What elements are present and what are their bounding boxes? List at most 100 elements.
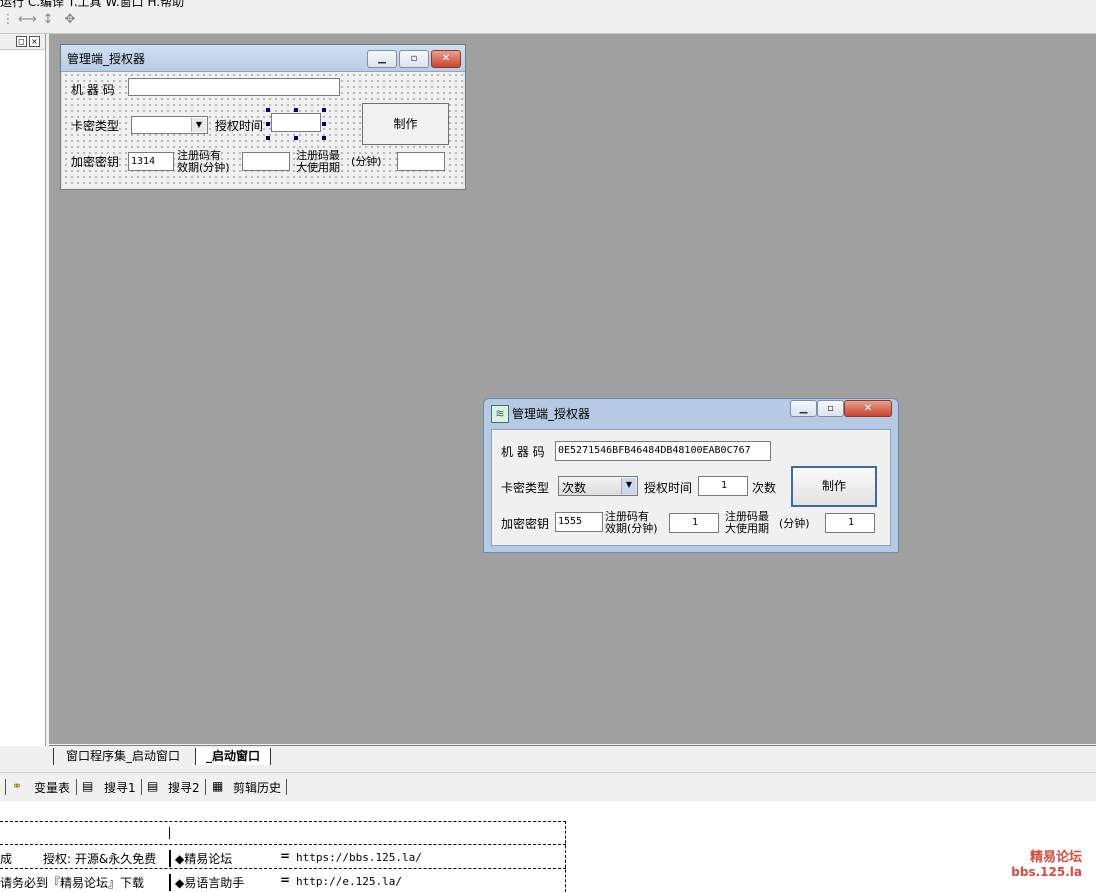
- runtime-window-title: 管理端_授权器: [512, 407, 591, 421]
- chevron-down-icon[interactable]: ▼: [191, 118, 206, 132]
- align-vertical-icon[interactable]: ↕: [40, 12, 56, 28]
- selection-handle[interactable]: [322, 122, 326, 126]
- variable-table-icon: ⚭: [12, 779, 23, 793]
- reg-max-label-line1: 注册码最: [296, 149, 340, 162]
- machine-code-field[interactable]: 0E5271546BFB46484DB48100EAB0C767: [555, 441, 771, 461]
- runtime-client[interactable]: 机 器 码 0E5271546BFB46484DB48100EAB0C767 卡…: [491, 429, 891, 546]
- output-row1-url[interactable]: https://bbs.125.la/: [296, 851, 422, 864]
- make-button[interactable]: 制作: [791, 466, 877, 507]
- tab-clip-history[interactable]: 剪辑历史: [233, 779, 281, 796]
- tab-startup-window[interactable]: _启动窗口: [195, 748, 272, 765]
- editor-tab-strip: 窗口程序集_启动窗口 _启动窗口: [49, 745, 1096, 768]
- separator: [5, 779, 6, 795]
- separator: [76, 779, 77, 795]
- clipboard-history-icon: ▦: [212, 779, 224, 793]
- selection-handle[interactable]: [294, 108, 298, 112]
- auth-time-label: 授权时间: [644, 481, 693, 495]
- toolbar-edge-icon[interactable]: ⋮: [0, 12, 16, 28]
- reg-valid-field[interactable]: [242, 152, 290, 171]
- output-right-border: [565, 821, 567, 892]
- encrypt-key-field[interactable]: 1555: [555, 512, 603, 532]
- reg-max-label-line2: 大使用期: [725, 522, 769, 535]
- minimize-icon[interactable]: ▁: [367, 50, 397, 68]
- output-row2-equals: =: [280, 873, 291, 887]
- left-panel-header: ◻ ×: [0, 34, 45, 50]
- align-horizontal-icon[interactable]: ⟷: [18, 12, 37, 28]
- bottom-tab-bar: ⚭ 变量表 ▤ 搜寻1 ▤ 搜寻2 ▦ 剪辑历史: [0, 772, 1096, 802]
- search-icon: ▤: [147, 779, 159, 793]
- runtime-window[interactable]: ≋ 管理端_授权器 ▁ ▫ ✕ 机 器 码 0E5271546BFB46484D…: [483, 398, 899, 553]
- divider: [0, 821, 566, 822]
- machine-code-label: 机 器 码: [501, 445, 545, 459]
- selection-handle[interactable]: [322, 136, 326, 140]
- reg-max-label-line1: 注册码最: [725, 510, 769, 523]
- design-form[interactable]: 管理端_授权器 ▁ ▫ ✕ 机 器 码 卡密类型 ▼ 授权时间 制作 加密密钥 …: [60, 44, 466, 190]
- selection-handle[interactable]: [322, 108, 326, 112]
- card-type-combo[interactable]: ▼: [131, 116, 208, 134]
- output-panel[interactable]: 成 授权: 开源&永久免费 ◆精易论坛 = https://bbs.125.la…: [0, 801, 1096, 892]
- card-type-combo[interactable]: 次数 ▼: [558, 476, 638, 496]
- auth-unit-label: 次数: [752, 481, 777, 495]
- reg-valid-label-line2: 效期(分钟): [177, 161, 230, 174]
- reg-valid-label-line2: 效期(分钟): [605, 522, 658, 535]
- center-icon[interactable]: ✥: [62, 12, 78, 28]
- divider: [0, 844, 566, 845]
- tab-search-2[interactable]: 搜寻2: [168, 779, 200, 796]
- selection-handle[interactable]: [266, 122, 270, 126]
- auth-time-label: 授权时间: [215, 119, 264, 133]
- app-icon: ≋: [491, 405, 509, 423]
- separator: [141, 779, 142, 795]
- watermark-logo: 精易论坛 bbs.125.la: [1011, 850, 1082, 880]
- tab-search-1[interactable]: 搜寻1: [104, 779, 136, 796]
- left-panel: ◻ ×: [0, 34, 46, 746]
- column-divider: [169, 827, 170, 839]
- reg-valid-label-line1: 注册码有: [177, 149, 221, 162]
- make-button[interactable]: 制作: [362, 103, 449, 145]
- search-icon: ▤: [82, 779, 94, 793]
- toolbar: ⋮ ⟷ ↕ ✥: [0, 9, 1096, 34]
- close-icon[interactable]: ✕: [844, 400, 892, 417]
- minutes-label: (分钟): [351, 155, 382, 168]
- watermark-line1: 精易论坛: [1029, 850, 1082, 865]
- separator: [205, 779, 206, 795]
- divider: [0, 868, 566, 869]
- close-icon[interactable]: ×: [29, 36, 40, 47]
- chevron-down-icon[interactable]: ▼: [621, 478, 636, 494]
- output-row1-col1: 成: [0, 852, 13, 866]
- output-row2-url[interactable]: http://e.125.la/: [296, 875, 402, 888]
- machine-code-label: 机 器 码: [71, 83, 115, 97]
- selection-handle[interactable]: [266, 136, 270, 140]
- reg-valid-field[interactable]: 1: [669, 513, 719, 533]
- auth-time-field[interactable]: [271, 113, 321, 132]
- card-type-label: 卡密类型: [71, 119, 120, 133]
- minutes-label: (分钟): [779, 517, 810, 530]
- encrypt-key-label: 加密密钥: [71, 155, 120, 169]
- menu-bar[interactable]: 运行 C.编译 T.工具 W.窗口 H.帮助: [0, 0, 1096, 8]
- design-form-title: 管理端_授权器: [67, 52, 146, 66]
- auth-time-field[interactable]: 1: [698, 476, 748, 496]
- machine-code-field[interactable]: [128, 78, 340, 96]
- restore-icon[interactable]: ◻: [16, 36, 27, 47]
- output-row2-helper: ◆易语言助手: [169, 874, 244, 891]
- encrypt-key-label: 加密密钥: [501, 517, 550, 531]
- output-row1-license: 授权: 开源&永久免费: [43, 852, 157, 866]
- reg-max-field[interactable]: 1: [825, 513, 875, 533]
- minimize-icon[interactable]: ▁: [790, 400, 817, 417]
- selection-handle[interactable]: [294, 136, 298, 140]
- menu-text[interactable]: 运行 C.编译 T.工具 W.窗口 H.帮助: [0, 0, 184, 8]
- maximize-icon[interactable]: ▫: [817, 400, 844, 417]
- reg-max-label-line2: 大使用期: [296, 161, 340, 174]
- tab-program-set[interactable]: 窗口程序集_启动窗口: [53, 748, 188, 765]
- design-form-client[interactable]: 机 器 码 卡密类型 ▼ 授权时间 制作 加密密钥 1314 注册码有 效期(分…: [63, 72, 463, 187]
- encrypt-key-field[interactable]: 1314: [128, 152, 174, 171]
- maximize-icon[interactable]: ▫: [399, 50, 429, 68]
- close-icon[interactable]: ✕: [431, 50, 461, 68]
- output-row1-equals: =: [280, 849, 291, 863]
- output-row1-forum: ◆精易论坛: [169, 850, 232, 867]
- selection-handle[interactable]: [266, 108, 270, 112]
- design-form-titlebar[interactable]: 管理端_授权器 ▁ ▫ ✕: [61, 45, 465, 72]
- reg-max-field[interactable]: [397, 152, 445, 171]
- card-type-value: 次数: [562, 481, 587, 495]
- separator: [286, 779, 287, 795]
- tab-variable-table[interactable]: 变量表: [34, 779, 70, 796]
